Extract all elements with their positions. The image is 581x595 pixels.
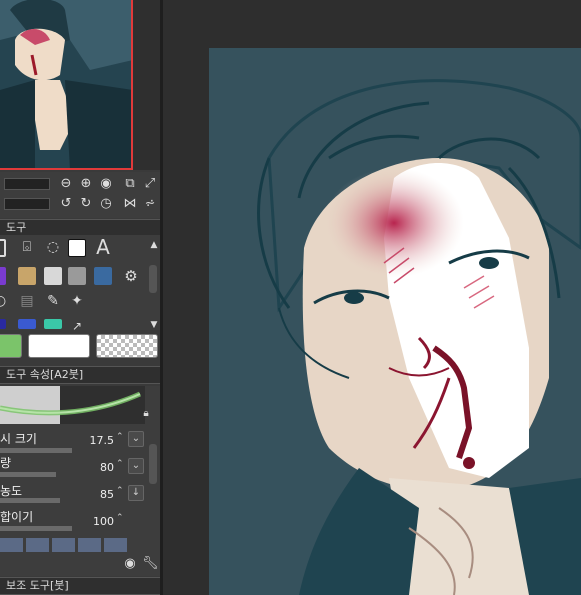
canvas-workspace[interactable] (163, 0, 581, 595)
pencil-tool-icon[interactable] (18, 267, 36, 285)
property-scrollbar[interactable] (149, 444, 157, 484)
fullscreen-icon[interactable]: ⤢ (142, 176, 158, 192)
airbrush-tool-icon[interactable] (68, 267, 86, 285)
density-stepper-icon[interactable]: ⌃ (116, 486, 124, 496)
sub-tool-panel-title: 보조 도구[붓] (0, 577, 160, 595)
opacity-label: 량 (0, 456, 12, 470)
brush-size-value[interactable]: 17.5 (74, 434, 115, 447)
brush-tip-chip[interactable] (26, 538, 49, 552)
opacity-value[interactable]: 80 (74, 461, 114, 474)
tool-palette: ⌺ ◌ A ⚙ ◐ ▤ ✎ ✦ ↗ ▲ ▼ (0, 235, 160, 333)
density-value[interactable]: 85 (74, 488, 114, 501)
navigator-controls: ⊖ ⊕ ◉ ⧉ ⤢ ↺ ↻ ◷ ⋈ ⩫ (0, 172, 160, 218)
wrench-icon[interactable]: 🔧︎ (142, 556, 159, 572)
artwork (209, 48, 581, 595)
balloon-tool-icon[interactable] (44, 319, 62, 329)
main-color-swatch[interactable] (0, 334, 22, 358)
tool-scrollbar[interactable] (149, 265, 157, 293)
sub-color-swatch[interactable] (28, 334, 90, 358)
fit-window-icon[interactable]: ⧉ (122, 176, 138, 192)
brush-stroke-graphic (0, 386, 142, 424)
opacity-stepper-icon[interactable]: ⌃ (116, 459, 124, 469)
drawing-canvas[interactable] (209, 48, 581, 595)
brush-tip-chip[interactable] (0, 538, 23, 552)
zoom-in-icon[interactable]: ⊕ (78, 176, 94, 192)
brush-size-pressure-button[interactable]: ⌄ (128, 431, 144, 447)
brush-tip-chips (0, 538, 127, 552)
density-label: 농도 (0, 484, 23, 498)
brush-tip-chip[interactable] (78, 538, 101, 552)
zoom-slider[interactable] (4, 178, 50, 190)
blend-value[interactable]: 100 (74, 515, 114, 528)
operation-tool-icon[interactable]: ⌺ (18, 239, 36, 257)
brush-size-stepper-icon[interactable]: ⌃ (116, 432, 124, 442)
flip-vertical-icon[interactable]: ⩫ (142, 196, 158, 212)
zoom-reset-icon[interactable]: ◉ (98, 176, 114, 192)
blend-label: 합이기 (0, 510, 34, 524)
rotate-left-icon[interactable]: ↺ (58, 196, 74, 212)
rotate-slider[interactable] (4, 198, 50, 210)
fill-tool-icon[interactable] (68, 239, 86, 257)
text-tool-icon[interactable]: A (94, 235, 112, 259)
opacity-pressure-button[interactable]: ⌄ (128, 458, 144, 474)
blend-bar[interactable] (0, 526, 72, 531)
rotate-right-icon[interactable]: ↻ (78, 196, 94, 212)
navigator-side-strip (133, 0, 160, 170)
brush-tip-chip[interactable] (52, 538, 75, 552)
gear-icon[interactable]: ⚙ (122, 267, 140, 285)
density-bar[interactable] (0, 498, 60, 503)
navigator-preview[interactable] (0, 0, 133, 170)
brush-size-bar[interactable] (0, 448, 72, 453)
decoration-tool-icon[interactable] (94, 267, 112, 285)
blend-stepper-icon[interactable]: ⌃ (116, 513, 124, 523)
frame-tool-icon[interactable] (18, 319, 36, 329)
pen-tool-icon[interactable] (0, 267, 6, 285)
zoom-out-icon[interactable]: ⊖ (58, 176, 74, 192)
sparkle-tool-icon[interactable]: ✦ (68, 293, 86, 311)
flip-horizontal-icon[interactable]: ⋈ (122, 196, 138, 212)
brush-tool-icon[interactable] (44, 267, 62, 285)
lasso-tool-icon[interactable]: ◌ (44, 239, 62, 257)
figure-tool-icon[interactable] (0, 319, 6, 329)
lock-icon[interactable]: 🔒︎ (138, 406, 154, 422)
eyedropper-tool-icon[interactable]: ✎ (44, 293, 62, 311)
left-panel: ⊖ ⊕ ◉ ⧉ ⤢ ↺ ↻ ◷ ⋈ ⩫ 도구 ⌺ ◌ A ⚙ ◐ ▤ ✎ ✦ ↗… (0, 0, 160, 595)
rotate-reset-icon[interactable]: ◷ (98, 196, 114, 212)
brush-size-label: 시 크기 (0, 432, 37, 446)
eraser-tool-icon[interactable]: ◐ (0, 293, 6, 311)
brush-tip-chip[interactable] (104, 538, 127, 552)
brush-stroke-preview (0, 386, 145, 424)
tool-property-title: 도구 속성[A2붓] (0, 366, 160, 384)
gradient-tool-icon[interactable]: ▤ (18, 293, 36, 311)
opacity-bar[interactable] (0, 472, 56, 477)
ruler-tool-icon[interactable]: ↗ (68, 319, 86, 333)
navigator-thumbnail (0, 0, 131, 168)
property-settings-icon[interactable]: ◉ (122, 556, 138, 572)
transparent-color-swatch[interactable] (96, 334, 158, 358)
density-pressure-button[interactable]: ↓ (128, 485, 144, 501)
move-tool-icon[interactable] (0, 239, 6, 257)
